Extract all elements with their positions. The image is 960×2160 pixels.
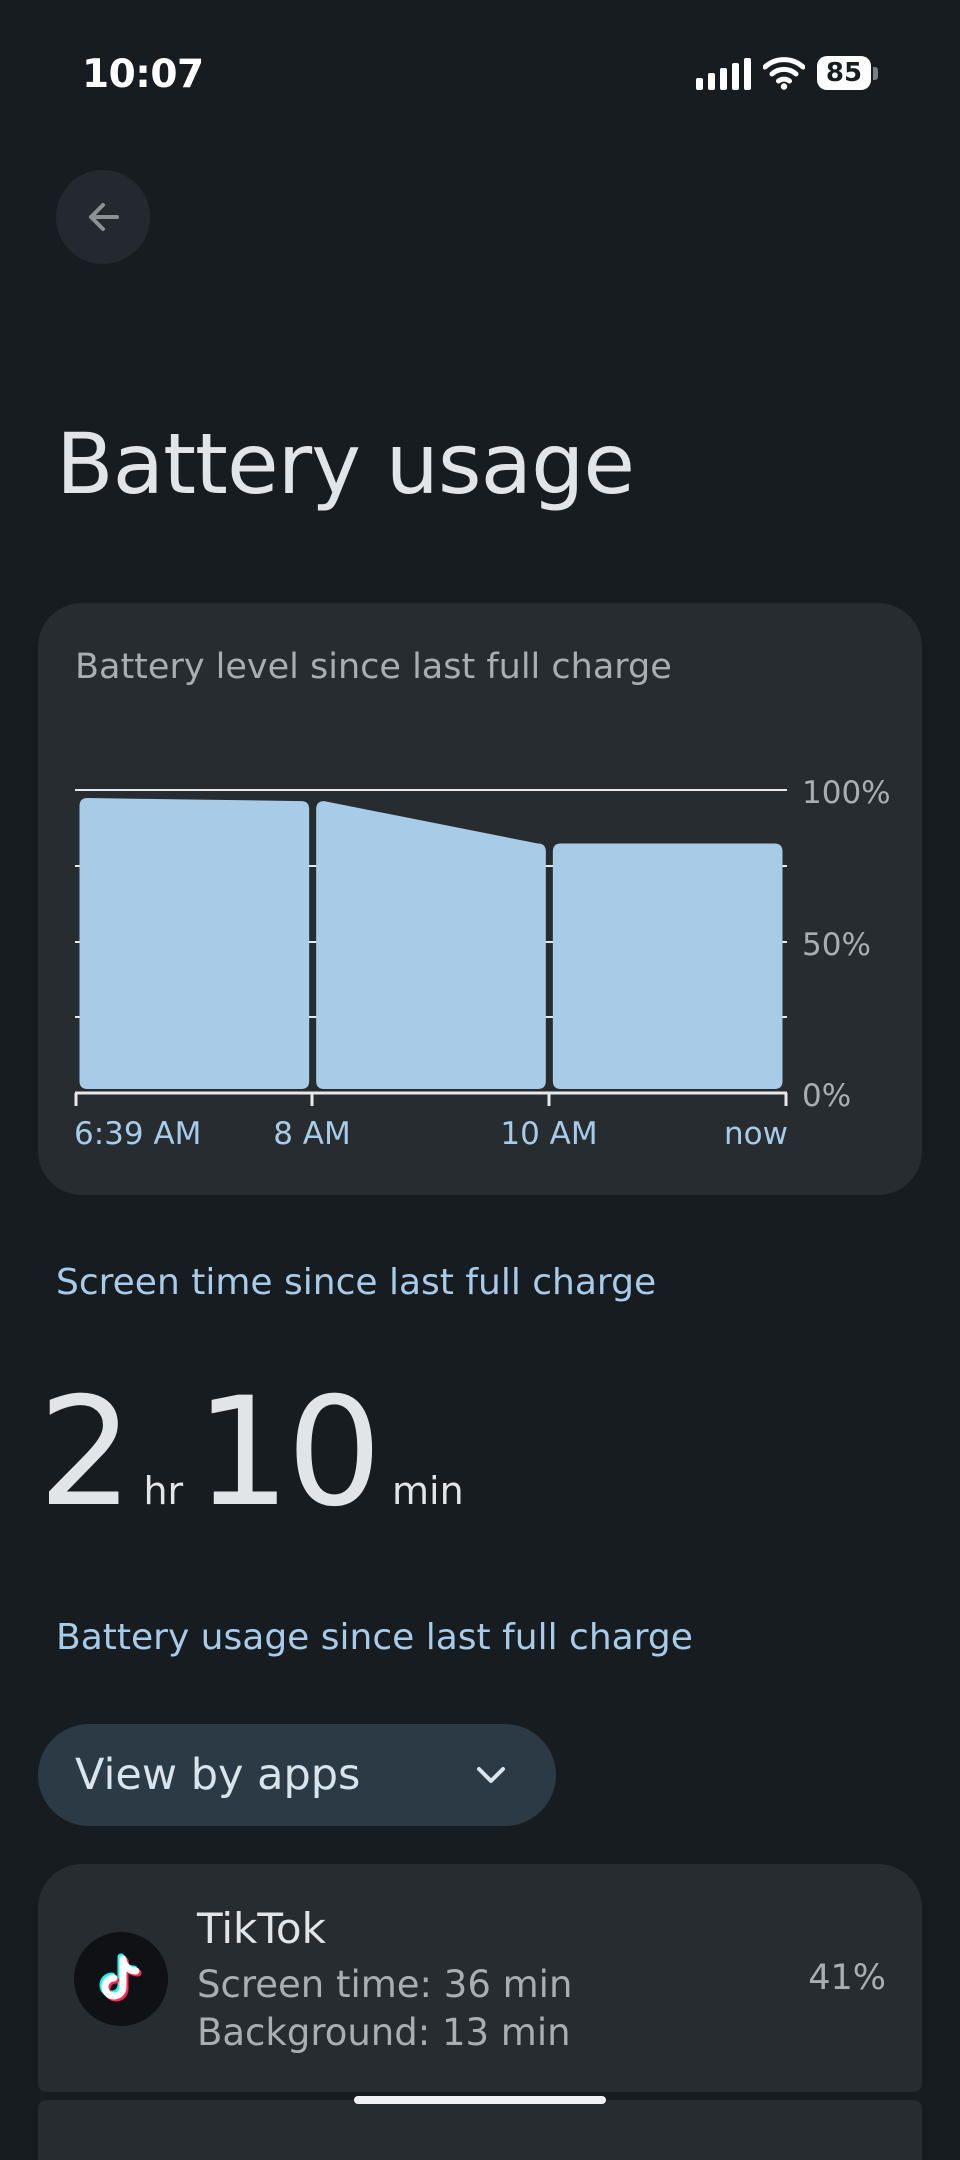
battery-level: 85 (817, 56, 871, 90)
view-by-dropdown[interactable]: View by apps (38, 1724, 556, 1826)
back-button[interactable] (56, 170, 150, 264)
battery-level-chart: 100% 50% 0% 6:39 AM 8 AM 10 AM now (74, 775, 891, 1152)
y-label-100: 100% (802, 775, 891, 811)
page-title: Battery usage (56, 415, 635, 513)
view-by-selected: View by apps (75, 1750, 361, 1800)
status-icons: 85 (696, 56, 878, 90)
tiktok-icon (74, 1932, 168, 2026)
battery-level-segment-1[interactable] (316, 801, 546, 1089)
battery-level-segment-2[interactable] (552, 843, 783, 1089)
x-label-8am: 8 AM (273, 1116, 351, 1152)
screen-time-hours-unit: hr (143, 1469, 184, 1513)
battery-status: 85 (817, 56, 878, 90)
screen-time-value: 2 hr10 min (38, 1366, 476, 1540)
battery-level-segment-0[interactable] (79, 798, 310, 1089)
arrow-back-icon (89, 203, 119, 231)
app-usage-percent: 41% (808, 1958, 886, 1998)
y-label-0: 0% (802, 1078, 851, 1114)
app-usage-item-next[interactable] (38, 2100, 922, 2160)
status-time: 10:07 (82, 52, 204, 97)
x-label-now: now (724, 1116, 788, 1152)
x-label-10am: 10 AM (500, 1116, 597, 1152)
screen-time-hours: 2 (38, 1366, 133, 1540)
x-label-start: 6:39 AM (74, 1116, 201, 1152)
app-screen-time: Screen time: 36 min (197, 1963, 573, 2006)
wifi-icon (763, 57, 805, 90)
app-usage-item-tiktok[interactable]: TikTok Screen time: 36 min Background: 1… (38, 1864, 922, 2092)
chevron-down-icon (477, 1767, 505, 1783)
app-name: TikTok (197, 1904, 326, 1953)
battery-usage-label: Battery usage since last full charge (56, 1617, 693, 1658)
cellular-signal-icon (696, 56, 751, 90)
screen-time-minutes-unit: min (392, 1469, 464, 1513)
y-label-50: 50% (802, 927, 871, 963)
app-background-time: Background: 13 min (197, 2011, 571, 2054)
screen-time-label: Screen time since last full charge (56, 1262, 657, 1303)
home-indicator[interactable] (354, 2096, 606, 2104)
screen-time-minutes: 10 (195, 1366, 382, 1540)
battery-nub-icon (873, 66, 878, 80)
battery-chart-card: Battery level since last full charge 100… (38, 603, 922, 1195)
